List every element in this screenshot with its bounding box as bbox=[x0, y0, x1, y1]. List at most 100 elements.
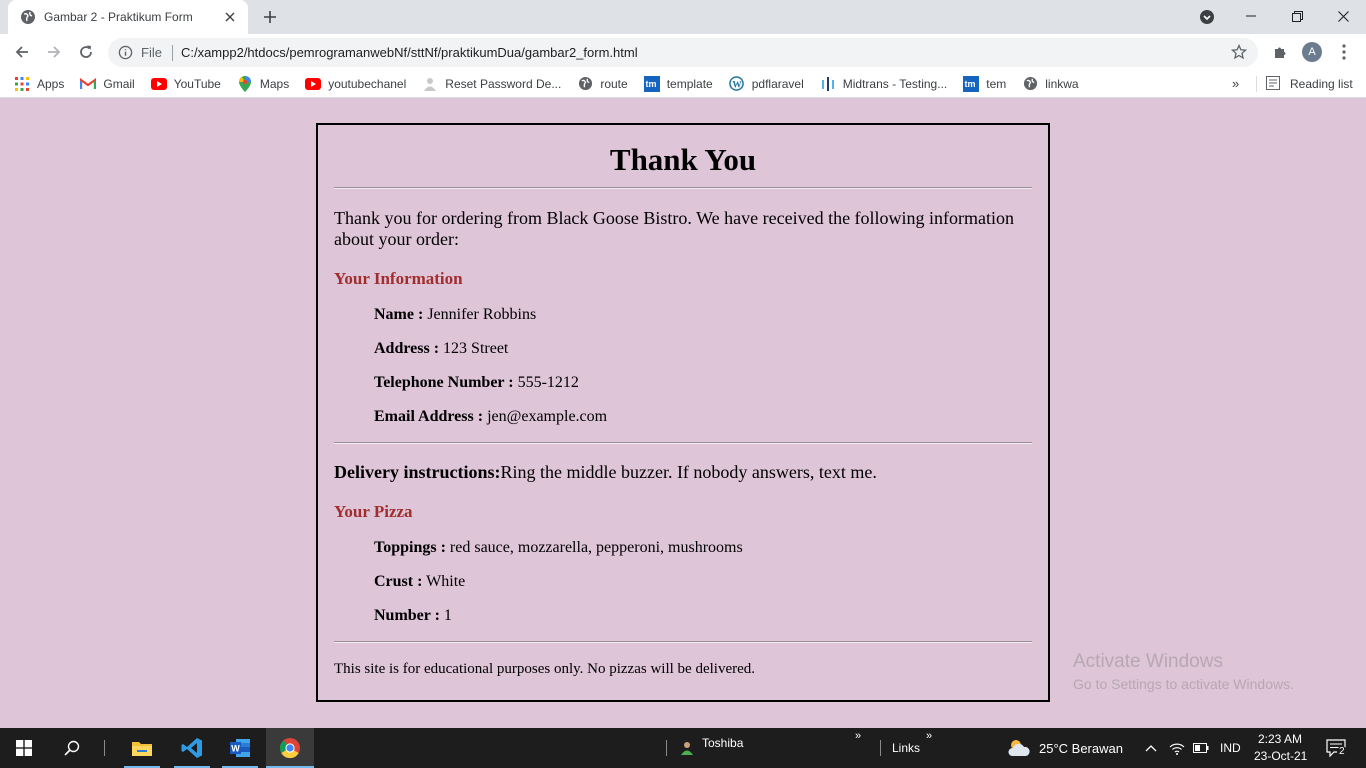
apps-grid-icon bbox=[14, 76, 30, 92]
taskbar-divider bbox=[104, 740, 105, 756]
pizza-label: Number : bbox=[374, 607, 440, 624]
divider bbox=[334, 641, 1032, 643]
gmail-icon bbox=[80, 76, 97, 92]
tab-search-icon[interactable] bbox=[1198, 8, 1216, 26]
watermark-title: Activate Windows bbox=[1073, 651, 1223, 672]
windows-start-icon[interactable] bbox=[0, 728, 48, 768]
close-window-icon[interactable] bbox=[1320, 0, 1366, 32]
windows-taskbar: W Toshiba » Links » 25°C Berawan IND 2:2… bbox=[0, 728, 1366, 768]
bookmark-label: Midtrans - Testing... bbox=[842, 76, 948, 91]
info-item-telephone: Telephone Number : 555-1212 bbox=[374, 374, 1032, 392]
file-explorer-icon[interactable] bbox=[118, 728, 166, 768]
reading-list-icon bbox=[1266, 76, 1282, 92]
globe-icon bbox=[20, 9, 36, 25]
info-label: Address : bbox=[374, 340, 440, 357]
bookmark-reset-password[interactable]: Reset Password De... bbox=[422, 76, 561, 92]
url-text[interactable]: C:/xampp2/htdocs/pemrogramanwebNf/sttNf/… bbox=[181, 45, 638, 60]
pizza-item-number: Number : 1 bbox=[374, 607, 1032, 625]
footnote: This site is for educational purposes on… bbox=[334, 661, 756, 677]
bookmark-gmail[interactable]: Gmail bbox=[80, 76, 135, 92]
language-indicator[interactable]: IND bbox=[1220, 741, 1241, 755]
bookmark-label: linkwa bbox=[1045, 76, 1079, 91]
pizza-item-toppings: Toppings : red sauce, mozzarella, pepper… bbox=[374, 539, 1032, 557]
activate-windows-watermark: Activate Windows Go to Settings to activ… bbox=[1073, 651, 1294, 693]
toolbar-expand-chevron-icon[interactable]: » bbox=[855, 730, 861, 742]
wifi-icon[interactable] bbox=[1166, 728, 1188, 768]
bookmark-label: YouTube bbox=[173, 76, 221, 91]
avatar: A bbox=[1302, 42, 1322, 62]
weather-cloud-sun-icon[interactable] bbox=[1006, 728, 1032, 768]
vscode-icon[interactable] bbox=[168, 728, 216, 768]
site-info[interactable]: File bbox=[118, 45, 162, 60]
bookmarks-divider bbox=[1256, 76, 1257, 92]
close-tab-icon[interactable] bbox=[222, 9, 238, 25]
back-arrow-icon[interactable] bbox=[8, 38, 36, 66]
forward-arrow-icon[interactable] bbox=[40, 38, 68, 66]
bookmark-midtrans[interactable]: Midtrans - Testing... bbox=[820, 76, 947, 92]
bookmark-label: tem bbox=[986, 76, 1007, 91]
word-icon[interactable]: W bbox=[216, 728, 264, 768]
battery-icon[interactable] bbox=[1190, 728, 1212, 768]
new-tab-button[interactable] bbox=[258, 6, 282, 28]
info-icon bbox=[118, 45, 133, 60]
order-confirmation-panel: Thank You Thank you for ordering from Bl… bbox=[316, 123, 1050, 702]
bookmark-route[interactable]: route bbox=[577, 76, 628, 92]
window-controls bbox=[1228, 0, 1366, 34]
info-value: Jennifer Robbins bbox=[427, 306, 537, 323]
bookmark-label: template bbox=[666, 76, 713, 91]
bookmark-star-icon[interactable] bbox=[1230, 43, 1248, 61]
search-icon[interactable] bbox=[48, 728, 96, 768]
info-label: Email Address : bbox=[374, 408, 484, 425]
bookmark-tem[interactable]: tm tem bbox=[963, 75, 1007, 92]
menu-kebab-icon[interactable] bbox=[1330, 38, 1358, 66]
tm-icon: tm bbox=[963, 75, 980, 92]
bookmark-label: youtubechanel bbox=[328, 76, 407, 91]
svg-text:tm: tm bbox=[645, 79, 656, 89]
chrome-icon[interactable] bbox=[266, 728, 314, 768]
reading-list-label: Reading list bbox=[1290, 77, 1353, 91]
chevron-up-icon[interactable] bbox=[1142, 728, 1160, 768]
youtube-icon bbox=[150, 76, 167, 92]
links-expand-chevron-icon[interactable]: » bbox=[926, 730, 932, 742]
notification-center-icon[interactable] bbox=[1318, 728, 1354, 768]
minimize-icon[interactable] bbox=[1228, 0, 1274, 32]
taskbar-user-label[interactable]: Toshiba bbox=[702, 736, 743, 750]
watermark-subtitle: Go to Settings to activate Windows. bbox=[1073, 676, 1294, 692]
bookmark-label: pdflaravel bbox=[751, 76, 804, 91]
your-information-heading: Your Information bbox=[334, 269, 463, 288]
bookmark-pdflaravel[interactable]: W pdflaravel bbox=[729, 76, 804, 92]
youtube-icon bbox=[305, 76, 322, 92]
svg-text:tm: tm bbox=[965, 79, 976, 89]
bookmark-youtubechanel[interactable]: youtubechanel bbox=[305, 76, 406, 92]
browser-tab[interactable]: Gambar 2 - Praktikum Form bbox=[8, 0, 248, 34]
taskbar-divider bbox=[666, 740, 667, 756]
user-icon bbox=[680, 728, 694, 768]
profile-button[interactable]: A bbox=[1298, 38, 1326, 66]
bookmark-maps[interactable]: Maps bbox=[237, 75, 289, 92]
clock-time[interactable]: 2:23 AM bbox=[1258, 732, 1302, 746]
delivery-value: Ring the middle buzzer. If nobody answer… bbox=[500, 462, 877, 482]
address-bar[interactable]: File C:/xampp2/htdocs/pemrogramanwebNf/s… bbox=[108, 38, 1258, 67]
info-value: 555-1212 bbox=[517, 374, 579, 391]
svg-text:W: W bbox=[231, 744, 240, 754]
bookmark-linkwa[interactable]: linkwa bbox=[1022, 76, 1079, 92]
bookmark-youtube[interactable]: YouTube bbox=[150, 76, 221, 92]
globe-icon bbox=[577, 76, 593, 92]
taskbar-links-label[interactable]: Links bbox=[892, 741, 920, 755]
weather-text[interactable]: 25°C Berawan bbox=[1039, 741, 1123, 756]
bookmark-label: Gmail bbox=[103, 76, 135, 91]
globe-icon bbox=[1022, 76, 1038, 92]
pizza-info-list: Toppings : red sauce, mozzarella, pepper… bbox=[374, 539, 1032, 625]
more-bookmarks-chevron-icon[interactable]: » bbox=[1232, 76, 1239, 91]
bookmark-apps[interactable]: Apps bbox=[14, 76, 64, 92]
reading-list-button[interactable]: Reading list bbox=[1266, 76, 1353, 92]
extensions-puzzle-icon[interactable] bbox=[1266, 38, 1294, 66]
info-label: Name : bbox=[374, 306, 424, 323]
pizza-label: Toppings : bbox=[374, 539, 446, 556]
reload-icon[interactable] bbox=[72, 38, 100, 66]
clock-date[interactable]: 23-Oct-21 bbox=[1254, 749, 1307, 763]
delivery-label: Delivery instructions: bbox=[334, 462, 501, 482]
bookmark-template[interactable]: tm template bbox=[643, 75, 713, 92]
restore-icon[interactable] bbox=[1274, 0, 1320, 32]
pizza-item-crust: Crust : White bbox=[374, 573, 1032, 591]
